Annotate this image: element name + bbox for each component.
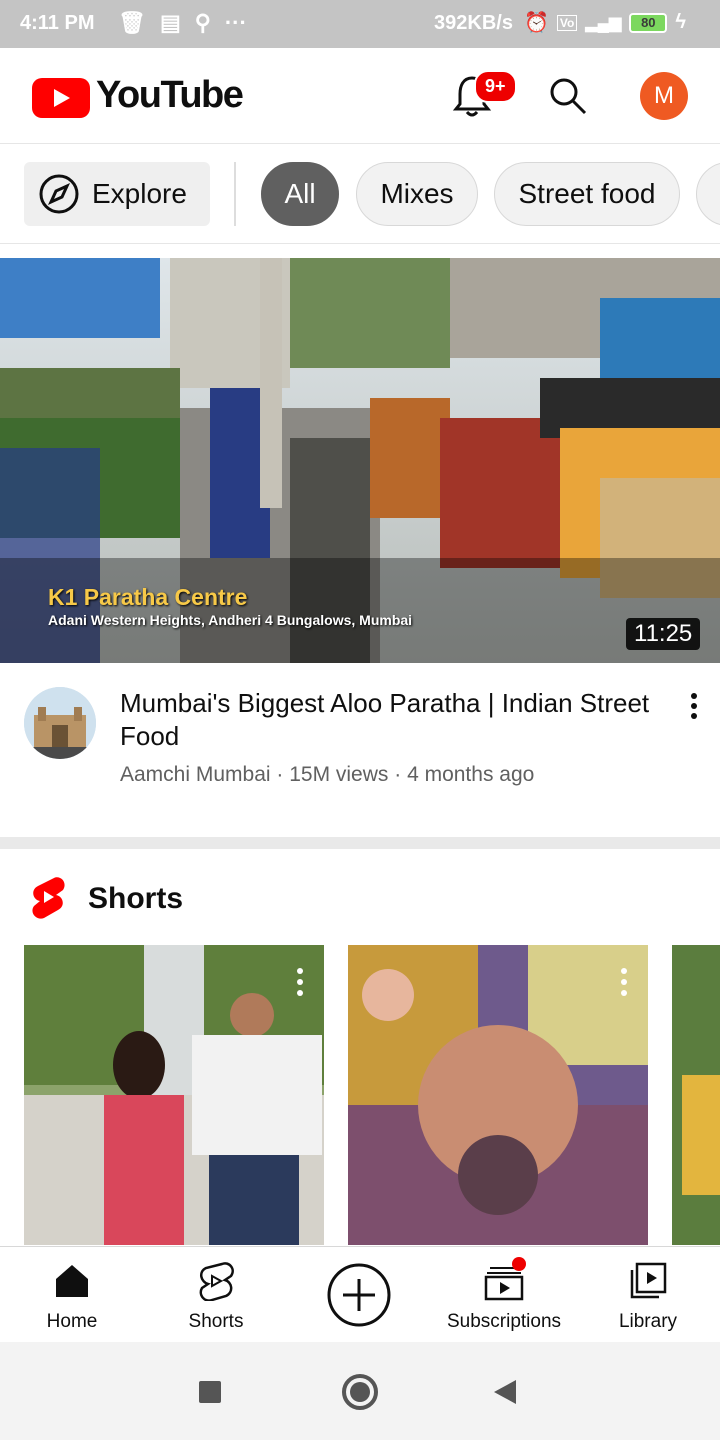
message-icon: ▤ xyxy=(159,10,181,35)
app-header: YouTube 9+ M xyxy=(0,48,720,144)
recents-button[interactable] xyxy=(199,1381,221,1403)
short-card[interactable] xyxy=(672,945,720,1245)
gateway-of-india-icon xyxy=(24,687,96,759)
home-system-button[interactable] xyxy=(342,1374,378,1410)
compass-icon xyxy=(39,174,79,214)
short-thumbnail xyxy=(672,945,720,1245)
chip-mixes[interactable]: Mixes xyxy=(356,162,478,226)
shorts-icon xyxy=(199,1262,234,1301)
chip-all[interactable]: All xyxy=(261,162,339,226)
nav-home-label: Home xyxy=(46,1311,98,1332)
nav-shorts[interactable]: Shorts xyxy=(144,1247,288,1343)
charging-icon: ϟ xyxy=(675,11,686,33)
nav-shorts-label: Shorts xyxy=(188,1311,244,1332)
battery-level: 80 xyxy=(641,15,656,30)
home-icon xyxy=(56,1265,88,1297)
avatar-letter: M xyxy=(654,82,674,109)
youtube-logo-icon[interactable] xyxy=(32,78,90,118)
shorts-logo-icon xyxy=(32,877,65,919)
chip-street-food[interactable]: Street food xyxy=(494,162,680,226)
bottom-navigation: Home Shorts Subscriptions Library xyxy=(0,1246,720,1342)
explore-label: Explore xyxy=(92,178,187,209)
create-plus-icon[interactable] xyxy=(327,1263,391,1327)
video-thumbnail[interactable]: K1 Paratha Centre Adani Western Heights,… xyxy=(0,258,720,663)
search-icon[interactable] xyxy=(548,76,588,116)
section-separator xyxy=(0,837,720,849)
status-time: 4:11 PM xyxy=(20,12,95,34)
thumbnail-title-text: K1 Paratha Centre xyxy=(48,584,248,610)
nav-library-label: Library xyxy=(618,1311,678,1332)
video-title[interactable]: Mumbai's Biggest Aloo Paratha | Indian S… xyxy=(120,687,660,753)
nav-home[interactable]: Home xyxy=(0,1247,144,1343)
channel-avatar[interactable] xyxy=(24,687,96,759)
short-card[interactable] xyxy=(24,945,324,1245)
status-bar: 4:11 PM 🗑 ▤ ⚲ ··· 392KB/s ⏰ Vo ▂▄▆ 80 ϟ xyxy=(0,0,720,48)
chip-divider xyxy=(234,162,236,226)
signal-icon: ▂▄▆ xyxy=(585,14,622,32)
shorts-section-title: Shorts xyxy=(88,882,184,915)
more-dots-icon: ··· xyxy=(224,10,247,35)
youtube-logo-text[interactable]: YouTube xyxy=(96,74,244,117)
short-more-options-icon[interactable] xyxy=(620,967,628,997)
account-avatar[interactable]: M xyxy=(640,72,688,120)
explore-button[interactable]: Explore xyxy=(24,162,210,226)
short-thumbnail xyxy=(24,945,324,1245)
chip-partial[interactable] xyxy=(696,162,720,226)
notification-badge: 9+ xyxy=(474,70,517,103)
short-card[interactable] xyxy=(348,945,648,1245)
video-duration: 11:25 xyxy=(626,618,701,650)
alarm-icon: ⏰ xyxy=(524,12,549,34)
volte-icon: Vo xyxy=(556,14,578,31)
nav-library[interactable]: Library xyxy=(576,1247,720,1343)
thumbnail-subtitle-text: Adani Western Heights, Andheri 4 Bungalo… xyxy=(48,612,413,628)
battery-icon: 80 xyxy=(629,12,668,33)
back-button[interactable] xyxy=(494,1380,516,1404)
trash-icon: 🗑 xyxy=(118,10,146,35)
nav-subscriptions[interactable]: Subscriptions xyxy=(432,1247,576,1343)
video-meta: Aamchi Mumbai · 15M views · 4 months ago xyxy=(120,763,535,786)
system-navigation-bar xyxy=(0,1342,720,1440)
nav-subscriptions-label: Subscriptions xyxy=(446,1311,562,1332)
network-speed: 392KB/s xyxy=(434,12,513,34)
library-icon xyxy=(630,1262,667,1299)
subscriptions-notification-dot xyxy=(512,1257,526,1271)
short-thumbnail xyxy=(348,945,648,1245)
video-info[interactable]: Mumbai's Biggest Aloo Paratha | Indian S… xyxy=(0,663,720,837)
short-more-options-icon[interactable] xyxy=(296,967,304,997)
filter-chips-bar: Explore All Mixes Street food xyxy=(0,144,720,244)
person-icon: ⚲ xyxy=(194,10,211,35)
more-options-icon[interactable] xyxy=(680,691,708,721)
